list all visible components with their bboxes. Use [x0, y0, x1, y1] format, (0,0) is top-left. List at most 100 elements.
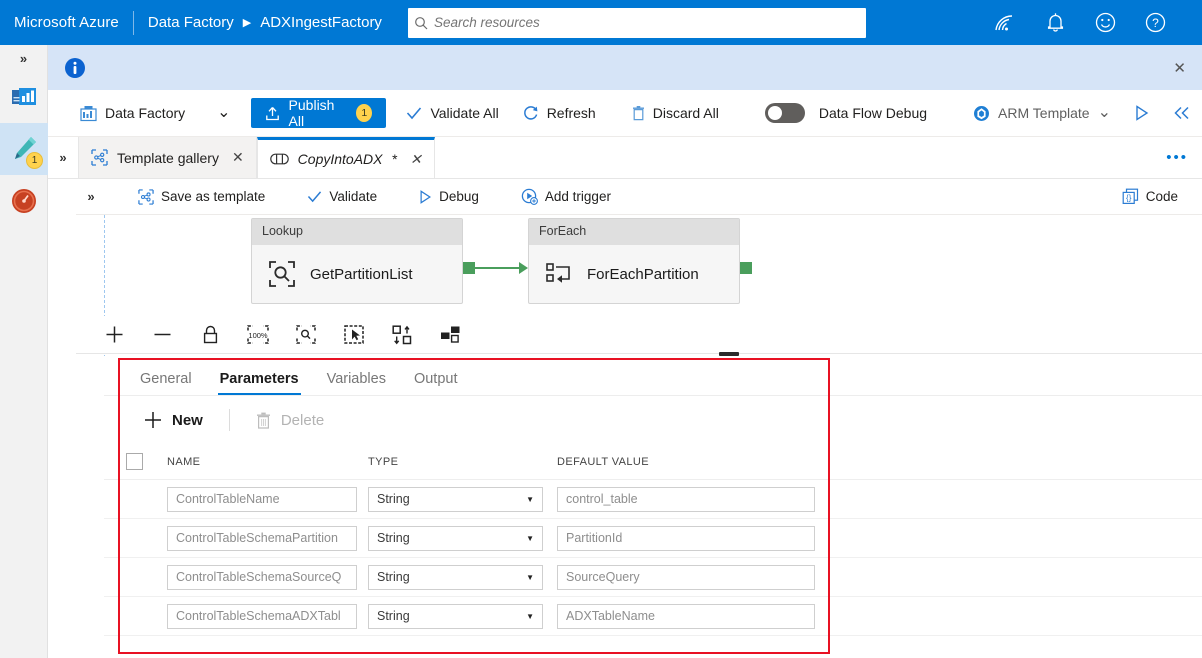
info-notification-bar: ✕ [48, 45, 1202, 90]
new-parameter-button[interactable]: New [134, 411, 213, 429]
publish-all-button[interactable]: Publish All 1 [250, 97, 387, 129]
rail-item-home[interactable] [0, 71, 48, 123]
activity-foreach[interactable]: ForEach ForEachPartition [528, 218, 740, 304]
table-row[interactable]: ControlTableSchemaADXTabl String ▼ ADXTa… [104, 597, 1202, 636]
cloud-shell-icon[interactable] [980, 0, 1030, 45]
parameter-type-value: String [377, 492, 410, 506]
zoom-to-fit-icon[interactable] [282, 316, 330, 354]
code-label: Code [1145, 189, 1178, 204]
chevron-down-icon: ⌄ [1097, 104, 1111, 121]
parameter-name-input[interactable]: ControlTableSchemaADXTabl [167, 603, 357, 629]
breadcrumb-resource[interactable]: ADXIngestFactory [260, 14, 382, 31]
add-trigger-icon [521, 188, 538, 205]
table-row[interactable]: ControlTableName String ▼ control_table [104, 480, 1202, 519]
add-trigger-button[interactable]: Add trigger [507, 188, 625, 205]
rail-item-monitor[interactable] [0, 175, 48, 227]
help-question-icon[interactable]: ? [1130, 0, 1180, 45]
run-play-icon[interactable] [1123, 90, 1161, 137]
tab-template-gallery-label: Template gallery [117, 149, 219, 166]
close-icon[interactable]: ✕ [410, 151, 422, 168]
tab-variables[interactable]: Variables [313, 371, 400, 395]
save-as-template-button[interactable]: Save as template [124, 188, 279, 205]
foreach-output-port[interactable] [740, 262, 752, 274]
info-close-icon[interactable]: ✕ [1173, 59, 1186, 77]
parameter-type-select[interactable]: String ▼ [368, 564, 543, 590]
column-header-default-value: DEFAULT VALUE [557, 455, 650, 468]
parameter-default-input[interactable]: PartitionId [557, 525, 815, 551]
close-icon[interactable]: ✕ [232, 149, 244, 166]
properties-panel: General Parameters Variables Output New [104, 356, 1202, 658]
arm-template-menu[interactable]: ARM Template ⌄ [961, 90, 1123, 137]
chevron-down-icon: ⌄ [217, 104, 231, 121]
parameter-default-input[interactable]: ADXTableName [557, 603, 815, 629]
chevron-down-icon: ▼ [526, 494, 534, 504]
notifications-bell-icon[interactable] [1030, 0, 1080, 45]
azure-brand[interactable]: Microsoft Azure [0, 14, 119, 31]
select-region-icon[interactable] [330, 316, 378, 354]
lock-canvas-icon[interactable] [186, 316, 234, 354]
parameter-default-input[interactable]: control_table [557, 486, 815, 512]
global-search[interactable] [407, 7, 866, 38]
validate-all-label: Validate All [430, 105, 499, 121]
author-badge-count: 1 [26, 152, 43, 169]
data-flow-debug-toggle[interactable]: Data Flow Debug [753, 90, 939, 137]
factory-selector[interactable]: Data Factory ⌄ [68, 90, 243, 137]
search-icon [408, 16, 434, 30]
validate-all-button[interactable]: Validate All [394, 90, 510, 137]
zoom-out-minus-icon[interactable] [138, 316, 186, 354]
parameter-name-input[interactable]: ControlTableSchemaPartition [167, 525, 357, 551]
column-header-name: NAME [167, 455, 201, 468]
pipeline-panel-expand-button[interactable]: » [76, 189, 106, 204]
breadcrumb-service[interactable]: Data Factory [148, 14, 234, 31]
parameter-type-select[interactable]: String ▼ [368, 525, 543, 551]
checkmark-icon [307, 190, 322, 203]
column-header-type: TYPE [368, 455, 399, 468]
select-all-checkbox[interactable] [126, 453, 143, 470]
code-button[interactable]: {} Code [1108, 188, 1192, 205]
tab-template-gallery[interactable]: Template gallery ✕ [78, 137, 257, 178]
tabstrip-overflow-menu[interactable]: ••• [1166, 149, 1188, 166]
tab-output[interactable]: Output [400, 371, 472, 395]
plus-icon [144, 411, 162, 429]
parameter-default-input[interactable]: SourceQuery [557, 564, 815, 590]
delete-parameter-button[interactable]: Delete [246, 412, 334, 429]
zoom-in-plus-icon[interactable] [90, 316, 138, 354]
debug-button[interactable]: Debug [405, 189, 493, 204]
show-related-icon[interactable] [426, 316, 474, 354]
activity-body: ForEachPartition [529, 245, 739, 303]
table-row[interactable]: ControlTableSchemaSourceQ String ▼ Sourc… [104, 558, 1202, 597]
refresh-button[interactable]: Refresh [511, 90, 608, 137]
pipeline-canvas[interactable]: Lookup GetPartitionList ForEach ForEachP… [76, 215, 1202, 316]
feedback-smiley-icon[interactable] [1080, 0, 1130, 45]
rail-expand-button[interactable]: » [0, 45, 47, 71]
discard-all-button[interactable]: Discard All [620, 90, 731, 137]
azure-bar-icons: ? [980, 0, 1202, 45]
tab-general[interactable]: General [126, 371, 206, 395]
chevron-down-icon: ▼ [526, 611, 534, 621]
validate-button[interactable]: Validate [293, 189, 391, 204]
parameter-type-select[interactable]: String ▼ [368, 486, 543, 512]
tab-copyintoadx[interactable]: CopyIntoADX * ✕ [256, 137, 435, 178]
search-input[interactable] [433, 15, 866, 30]
validate-label: Validate [329, 189, 378, 204]
delete-label: Delete [280, 411, 325, 429]
parameter-name-input[interactable]: ControlTableSchemaSourceQ [167, 564, 357, 590]
table-row[interactable]: ControlTableSchemaPartition String ▼ Par… [104, 519, 1202, 558]
activity-name: ForEachPartition [587, 265, 699, 283]
tabstrip-expand-button[interactable]: » [48, 137, 78, 178]
parameter-name-input[interactable]: ControlTableName [167, 486, 357, 512]
tab-parameters[interactable]: Parameters [206, 371, 313, 395]
main-toolbar-right [1123, 90, 1202, 137]
template-gallery-icon [91, 149, 108, 166]
parameter-type-select[interactable]: String ▼ [368, 603, 543, 629]
auto-align-icon[interactable] [378, 316, 426, 354]
toggle-switch[interactable] [764, 103, 805, 123]
lookup-output-port[interactable] [463, 262, 475, 274]
rail-item-author[interactable]: 1 [0, 123, 48, 175]
zoom-to-100-percent-icon[interactable]: 100% [234, 316, 282, 354]
info-circle-icon [64, 57, 86, 79]
collapse-panel-icon[interactable] [1161, 90, 1202, 137]
activity-lookup[interactable]: Lookup GetPartitionList [251, 218, 463, 304]
checkmark-icon [406, 106, 422, 120]
tab-copyintoadx-label: CopyIntoADX [297, 151, 383, 167]
